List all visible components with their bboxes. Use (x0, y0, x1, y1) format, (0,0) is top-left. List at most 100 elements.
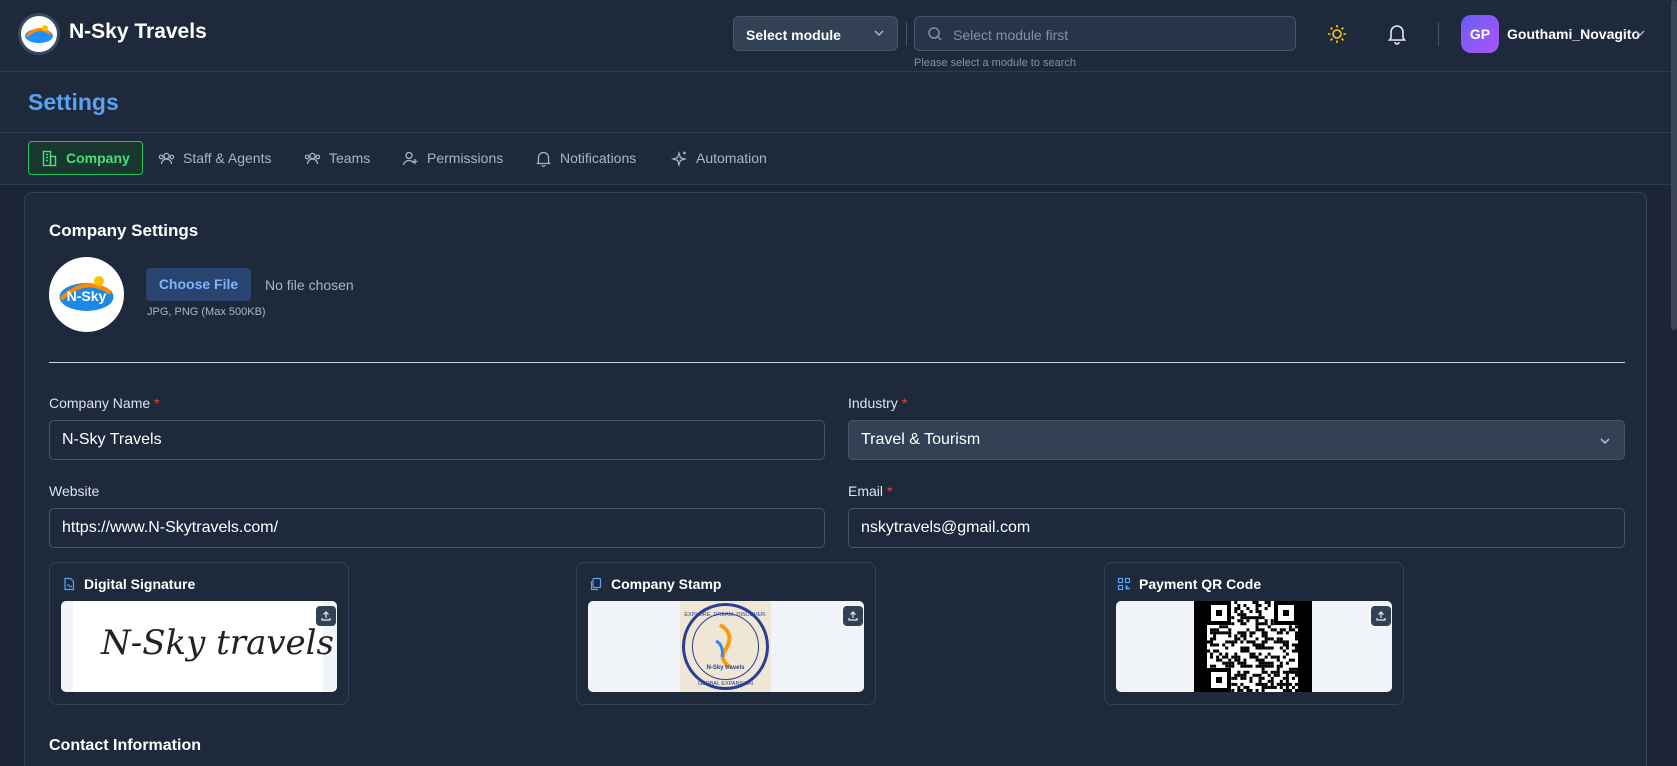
qr-module (1249, 652, 1253, 656)
qr-module (1267, 664, 1271, 668)
company-stamp-upload: Company Stamp EXPLORE. DREAM. DISCOVER. … (576, 562, 876, 705)
qr-module (1291, 649, 1295, 653)
qr-module (1243, 646, 1247, 650)
qr-module (1279, 679, 1283, 683)
qr-module (1264, 631, 1268, 635)
brand-logo[interactable] (18, 13, 60, 55)
qr-module (1210, 640, 1214, 644)
qr-module (1240, 682, 1244, 686)
qr-module (1237, 670, 1241, 674)
qr-module (1279, 682, 1283, 686)
qr-module (1285, 652, 1289, 656)
email-input[interactable]: nskytravels@gmail.com (848, 508, 1625, 548)
qr-module (1270, 628, 1274, 632)
qr-module (1264, 607, 1268, 611)
search-input[interactable]: Select module first (914, 16, 1296, 51)
page-scrollbar[interactable] (1671, 0, 1677, 330)
qr-module (1261, 682, 1265, 686)
qr-module (1240, 676, 1244, 680)
company-name-input[interactable]: N-Sky Travels (49, 420, 825, 460)
qr-module (1210, 655, 1214, 659)
qr-module (1258, 646, 1262, 650)
search-icon (928, 27, 942, 41)
qr-module (1210, 631, 1214, 635)
qr-module (1258, 661, 1262, 665)
industry-value: Travel & Tourism (861, 431, 981, 448)
website-input[interactable]: https://www.N-Skytravels.com/ (49, 508, 825, 548)
chevron-down-icon[interactable] (1634, 27, 1646, 39)
qr-module (1255, 610, 1259, 614)
qr-module (1231, 616, 1235, 620)
industry-select[interactable]: Travel & Tourism (848, 420, 1625, 460)
upload-stamp-button[interactable] (843, 606, 863, 626)
module-select[interactable]: Select module (733, 16, 898, 51)
qr-module (1291, 643, 1295, 647)
qr-module (1285, 685, 1289, 689)
qr-module (1288, 682, 1292, 686)
qr-module (1273, 628, 1277, 632)
qr-module (1252, 616, 1256, 620)
qr-module (1285, 631, 1289, 635)
qr-module (1255, 619, 1259, 623)
qr-module (1234, 610, 1238, 614)
choose-file-button[interactable]: Choose File (146, 268, 251, 301)
user-name[interactable]: Gouthami_Novagito (1507, 26, 1640, 42)
qr-module (1246, 670, 1250, 674)
qr-module (1294, 643, 1298, 647)
qr-module (1261, 688, 1265, 692)
qr-module (1258, 658, 1262, 662)
qr-module (1291, 667, 1295, 671)
industry-label: Industry * (848, 395, 908, 411)
qr-module (1291, 670, 1295, 674)
tab-teams[interactable]: Teams (304, 141, 370, 175)
tab-label: Teams (329, 150, 371, 166)
qr-module (1258, 676, 1262, 680)
tab-automation[interactable]: Automation (671, 141, 767, 175)
qr-module (1213, 631, 1217, 635)
tab-permissions[interactable]: Permissions (402, 141, 503, 175)
qr-module (1219, 631, 1223, 635)
qr-module (1237, 688, 1241, 692)
qr-module (1243, 664, 1247, 668)
qr-module (1234, 637, 1238, 641)
qr-module (1264, 634, 1268, 638)
upload-signature-button[interactable] (316, 606, 336, 626)
qr-module (1285, 643, 1289, 647)
qr-module (1264, 655, 1268, 659)
qr-module (1219, 625, 1223, 629)
tab-company[interactable]: Company (28, 141, 143, 175)
tab-notifications[interactable]: Notifications (535, 141, 636, 175)
qr-module (1279, 640, 1283, 644)
qr-module (1228, 631, 1232, 635)
qr-module (1273, 685, 1277, 689)
qr-module (1261, 658, 1265, 662)
user-avatar[interactable]: GP (1461, 15, 1499, 53)
qr-module (1282, 649, 1286, 653)
qr-module (1246, 688, 1250, 692)
qr-module (1282, 688, 1286, 692)
building-icon (42, 150, 57, 166)
qr-module (1252, 640, 1256, 644)
theme-toggle-sun-icon[interactable] (1327, 24, 1347, 44)
qr-module (1258, 622, 1262, 626)
qr-module (1225, 640, 1229, 644)
qr-module (1261, 628, 1265, 632)
tab-staff-agents[interactable]: Staff & Agents (158, 141, 271, 175)
qr-module (1267, 646, 1271, 650)
qr-module (1273, 640, 1277, 644)
qr-module (1210, 643, 1214, 647)
qr-module (1276, 667, 1280, 671)
qr-module (1237, 673, 1241, 677)
upload-qr-button[interactable] (1371, 606, 1391, 626)
qr-module (1243, 622, 1247, 626)
qr-module (1282, 670, 1286, 674)
qr-module (1234, 652, 1238, 656)
notifications-bell-icon[interactable] (1387, 23, 1407, 45)
upload-icon (848, 611, 858, 621)
qr-module (1282, 628, 1286, 632)
brand-name[interactable]: N-Sky Travels (69, 20, 207, 44)
qr-module (1237, 631, 1241, 635)
qr-module (1291, 676, 1295, 680)
qr-module (1285, 679, 1289, 683)
qr-module (1231, 640, 1235, 644)
